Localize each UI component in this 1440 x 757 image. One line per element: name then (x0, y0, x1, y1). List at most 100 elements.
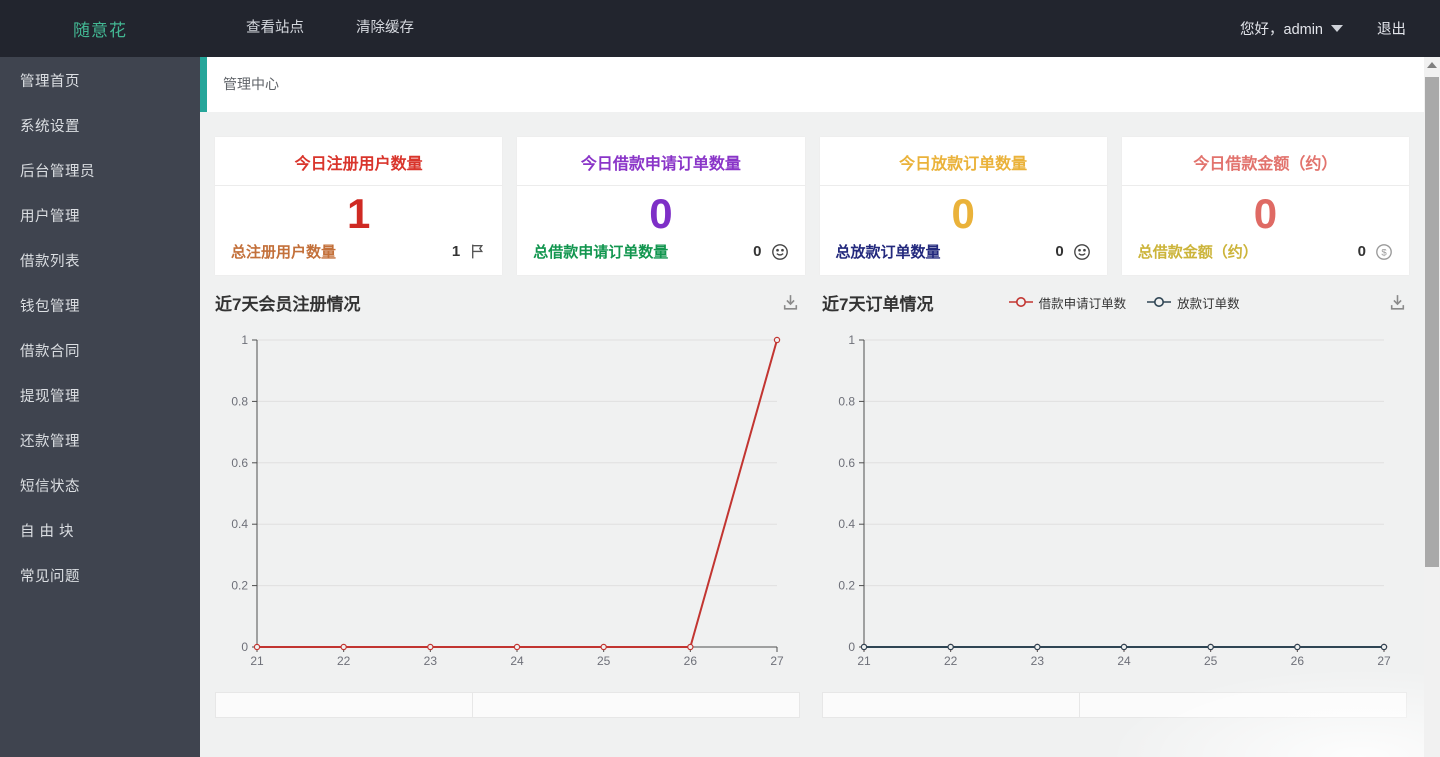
scrollbar[interactable] (1424, 57, 1440, 757)
order-trend-chart: 0 0.2 0.4 0.6 0.8 1 21 22 23 24 25 26 27 (838, 333, 1391, 668)
legend-line-marker-icon (1008, 297, 1033, 307)
legend-line-marker-icon (1147, 297, 1172, 307)
svg-text:0.6: 0.6 (838, 456, 855, 470)
breadcrumb-title: 管理中心 (223, 76, 279, 92)
sidebar-item-admins[interactable]: 后台管理员 (0, 150, 200, 195)
table-header-cell (822, 692, 1080, 718)
registration-chart-panel: 近7天会员注册情况 0 0.2 0.4 0.6 0.8 1 21 22 23 24 25 26 27 (215, 287, 800, 672)
card-footer: 总借款金额（约） 0 $ (1122, 241, 1409, 275)
sidebar: 管理首页 系统设置 后台管理员 用户管理 借款列表 钱包管理 借款合同 提现管理… (0, 57, 200, 757)
svg-text:21: 21 (857, 654, 871, 668)
legend-item-loan-applications[interactable]: 借款申请订单数 (1008, 293, 1127, 312)
registration-chart-header: 近7天会员注册情况 (215, 287, 800, 317)
smiley-icon (1073, 243, 1091, 261)
topbar-right: 您好，admin 退出 (1240, 18, 1406, 39)
stat-cards-row: 今日注册用户数量 1 总注册用户数量 1 今日借款申请订单数量 0 总借款申请订… (215, 137, 1409, 275)
table-placeholder (822, 692, 1407, 718)
svg-text:0.4: 0.4 (838, 517, 855, 531)
card-title: 今日借款金额（约） (1121, 137, 1409, 186)
download-order-chart-button[interactable] (1388, 293, 1407, 312)
svg-text:0: 0 (848, 640, 855, 654)
svg-text:25: 25 (597, 654, 611, 668)
svg-text:26: 26 (684, 654, 698, 668)
svg-text:$: $ (1381, 247, 1387, 258)
registration-chart-title: 近7天会员注册情况 (215, 294, 361, 314)
svg-text:25: 25 (1204, 654, 1218, 668)
svg-text:1: 1 (848, 333, 855, 347)
order-chart-panel: 近7天订单情况 借款申请订单数 放款订单数 0 0.2 0.4 0.6 0.8 … (822, 287, 1407, 672)
topbar-link-clear-cache[interactable]: 清除缓存 (330, 0, 440, 57)
order-chart-title: 近7天订单情况 (822, 294, 934, 314)
legend-label: 借款申请订单数 (1038, 296, 1127, 311)
download-registration-chart-button[interactable] (781, 293, 800, 312)
svg-text:0.4: 0.4 (231, 517, 248, 531)
user-menu[interactable]: 您好，admin (1240, 18, 1343, 39)
sidebar-item-home[interactable]: 管理首页 (0, 60, 200, 105)
chart-legend: 借款申请订单数 放款订单数 (1008, 293, 1240, 312)
sidebar-item-users[interactable]: 用户管理 (0, 195, 200, 240)
card-value: 0 (1253, 189, 1278, 237)
table-header-cell (1079, 692, 1407, 718)
card-value: 0 (951, 189, 975, 237)
svg-text:23: 23 (424, 654, 438, 668)
sidebar-item-faq[interactable]: 常见问题 (0, 555, 200, 600)
registration-trend-chart: 0 0.2 0.4 0.6 0.8 1 21 22 23 24 25 26 27 (231, 333, 784, 668)
card-footer-label: 总注册用户数量 (231, 244, 337, 261)
svg-text:1: 1 (241, 333, 248, 347)
legend-label: 放款订单数 (1177, 296, 1240, 311)
sidebar-item-repayments[interactable]: 还款管理 (0, 420, 200, 465)
svg-text:0.8: 0.8 (231, 394, 248, 408)
topbar-nav: 查看站点 清除缓存 (220, 0, 440, 57)
card-value: 0 (649, 189, 673, 237)
order-chart-header: 近7天订单情况 借款申请订单数 放款订单数 (822, 287, 1407, 317)
sidebar-item-free-blocks[interactable]: 自 由 块 (0, 510, 200, 555)
table-header-cell (472, 692, 800, 718)
svg-text:24: 24 (1117, 654, 1131, 668)
svg-text:22: 22 (944, 654, 958, 668)
svg-text:0.2: 0.2 (838, 579, 855, 593)
card-footer: 总放款订单数量 0 (820, 241, 1107, 275)
user-greeting: 您好，admin (1240, 22, 1323, 38)
sidebar-item-withdrawals[interactable]: 提现管理 (0, 375, 200, 420)
table-placeholder (215, 692, 800, 718)
main-area: 管理中心 今日注册用户数量 1 总注册用户数量 1 今日借款申请订单数量 0 总… (200, 57, 1424, 757)
card-footer-value: 0 (1357, 243, 1366, 260)
scrollbar-thumb[interactable] (1425, 77, 1439, 567)
topbar-link-view-site[interactable]: 查看站点 (220, 0, 330, 57)
card-footer: 总注册用户数量 1 (215, 241, 502, 275)
card-footer-label: 总借款金额（约） (1137, 244, 1258, 261)
sidebar-item-wallet[interactable]: 钱包管理 (0, 285, 200, 330)
sidebar-item-system-settings[interactable]: 系统设置 (0, 105, 200, 150)
card-title: 今日借款申请订单数量 (517, 137, 805, 186)
svg-text:22: 22 (337, 654, 351, 668)
topbar: 随意花 查看站点 清除缓存 您好，admin 退出 (0, 0, 1440, 57)
content: 今日注册用户数量 1 总注册用户数量 1 今日借款申请订单数量 0 总借款申请订… (200, 112, 1424, 718)
svg-text:0.6: 0.6 (231, 456, 248, 470)
card-value: 1 (346, 189, 371, 237)
svg-text:24: 24 (510, 654, 524, 668)
scrollbar-up-arrow-icon (1427, 62, 1437, 68)
brand-logo[interactable]: 随意花 (0, 16, 200, 41)
dollar-circle-icon: $ (1375, 243, 1393, 261)
legend-item-disbursed-orders[interactable]: 放款订单数 (1146, 293, 1240, 312)
card-title: 今日注册用户数量 (215, 137, 503, 186)
card-footer-label: 总放款订单数量 (835, 244, 941, 261)
caret-down-icon (1331, 25, 1343, 32)
logout-button[interactable]: 退出 (1377, 18, 1406, 39)
card-footer-value: 1 (451, 243, 461, 260)
svg-text:0: 0 (241, 640, 248, 654)
svg-text:0.2: 0.2 (231, 579, 248, 593)
scrollbar-up-button[interactable] (1424, 57, 1440, 73)
card-footer-label: 总借款申请订单数量 (533, 244, 669, 261)
sidebar-item-sms-status[interactable]: 短信状态 (0, 465, 200, 510)
charts-row: 近7天会员注册情况 0 0.2 0.4 0.6 0.8 1 21 22 23 24 25 26 27 近… (215, 287, 1409, 672)
stat-card-registered-users: 今日注册用户数量 1 总注册用户数量 1 (215, 137, 503, 275)
svg-text:0.8: 0.8 (838, 394, 855, 408)
bottom-row (215, 692, 1409, 718)
breadcrumb: 管理中心 (200, 57, 1424, 112)
sidebar-item-loan-list[interactable]: 借款列表 (0, 240, 200, 285)
sidebar-item-loan-contract[interactable]: 借款合同 (0, 330, 200, 375)
table-header-cell (215, 692, 473, 718)
smiley-icon (771, 243, 789, 261)
svg-text:21: 21 (250, 654, 264, 668)
